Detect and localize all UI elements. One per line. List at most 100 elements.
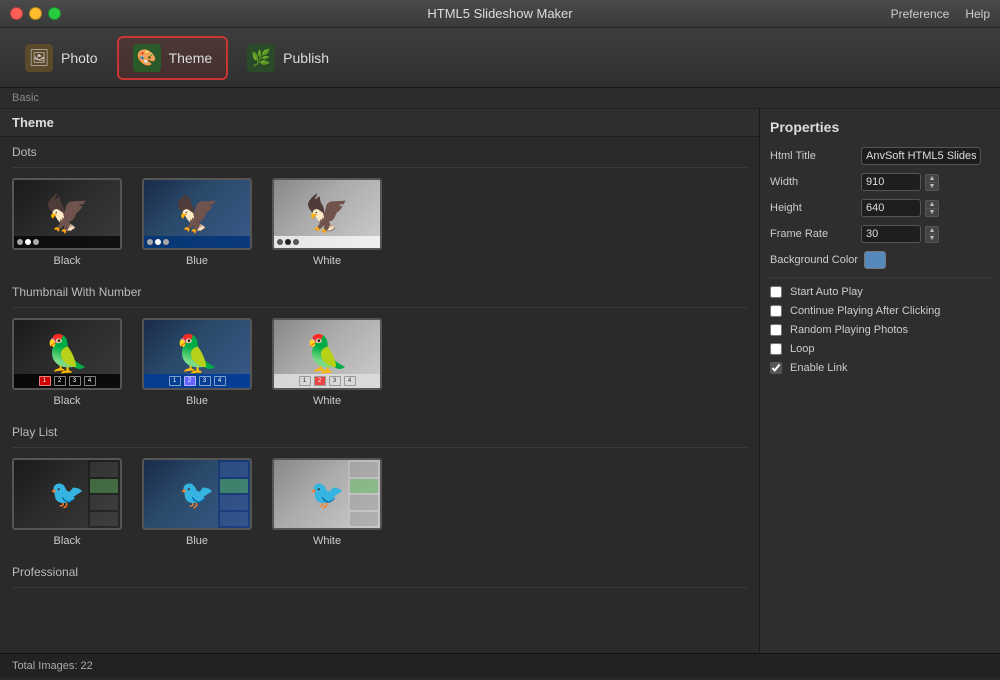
width-row: Width ▲ ▼: [770, 173, 990, 191]
app-title: HTML5 Slideshow Maker: [427, 6, 572, 21]
theme-group-dots: Dots 🦅: [0, 137, 759, 277]
titlebar: HTML5 Slideshow Maker Preference Help: [0, 0, 1000, 28]
width-spinner[interactable]: ▲ ▼: [925, 174, 939, 191]
minimize-button[interactable]: [29, 7, 42, 20]
section-basic: Basic: [0, 88, 1000, 109]
html-title-row: Html Title: [770, 147, 990, 165]
auto-play-label: Start Auto Play: [790, 286, 863, 298]
bg-color-label: Background Color: [770, 254, 858, 266]
dots-black-thumbnail: 🦅: [12, 178, 122, 250]
frame-rate-input[interactable]: [861, 225, 921, 243]
enable-link-label: Enable Link: [790, 362, 848, 374]
properties-panel: Properties Html Title Width ▲ ▼ Height ▲…: [760, 109, 1000, 653]
num-blue-label: Blue: [186, 395, 208, 407]
num-white-label: White: [313, 395, 341, 407]
properties-title: Properties: [770, 119, 990, 135]
enable-link-checkbox[interactable]: [770, 362, 782, 374]
playlist-group-title: Play List: [12, 417, 747, 448]
width-down[interactable]: ▼: [925, 182, 939, 191]
dots-group-title: Dots: [12, 137, 747, 168]
theme-item-playlist-black[interactable]: 🐦 Black: [12, 458, 122, 547]
main-layout: Theme Dots 🦅: [0, 109, 1000, 653]
theme-icon: 🎨: [133, 44, 161, 72]
theme-panel-title: Theme: [0, 109, 759, 137]
playlist-black-thumbnail: 🐦: [12, 458, 122, 530]
num-bar: 1 2 3 4: [274, 374, 380, 388]
continue-play-row: Continue Playing After Clicking: [770, 305, 990, 317]
statusbar: Total Images: 22: [0, 653, 1000, 677]
theme-item-playlist-blue[interactable]: 🐦 Blue: [142, 458, 252, 547]
random-play-checkbox[interactable]: [770, 324, 782, 336]
theme-item-dots-white[interactable]: 🦅 White: [272, 178, 382, 267]
auto-play-checkbox[interactable]: [770, 286, 782, 298]
help-menu[interactable]: Help: [965, 7, 990, 21]
num-blue-thumbnail: 🦜 1 2 3 4: [142, 318, 252, 390]
number-items: 🦜 1 2 3 4 Black: [12, 318, 747, 407]
theme-item-num-white[interactable]: 🦜 1 2 3 4 White: [272, 318, 382, 407]
frame-rate-spinner[interactable]: ▲ ▼: [925, 226, 939, 243]
html-title-input[interactable]: [861, 147, 981, 165]
theme-item-num-blue[interactable]: 🦜 1 2 3 4 Blue: [142, 318, 252, 407]
theme-panel: Theme Dots 🦅: [0, 109, 760, 653]
height-row: Height ▲ ▼: [770, 199, 990, 217]
width-input[interactable]: [861, 173, 921, 191]
loop-row: Loop: [770, 343, 990, 355]
height-down[interactable]: ▼: [925, 208, 939, 217]
bird-image: 🐦: [14, 460, 120, 528]
theme-item-dots-blue[interactable]: 🦅 Blue: [142, 178, 252, 267]
frame-rate-label: Frame Rate: [770, 228, 855, 240]
bird-image: 🐦: [144, 460, 250, 528]
photo-label: Photo: [61, 50, 98, 66]
dots-white-thumbnail: 🦅: [272, 178, 382, 250]
playlist-blue-label: Blue: [186, 535, 208, 547]
playlist-white-thumbnail: 🐦: [272, 458, 382, 530]
html-title-label: Html Title: [770, 150, 855, 162]
dots-bar: [144, 236, 250, 248]
photo-tab[interactable]: 🖼 Photo: [10, 36, 113, 80]
maximize-button[interactable]: [48, 7, 61, 20]
number-group-title: Thumbnail With Number: [12, 277, 747, 308]
theme-group-professional: Professional: [0, 557, 759, 608]
frame-rate-down[interactable]: ▼: [925, 234, 939, 243]
theme-tab[interactable]: 🎨 Theme: [117, 36, 229, 80]
dots-blue-label: Blue: [186, 255, 208, 267]
height-input[interactable]: [861, 199, 921, 217]
publish-icon: 🌿: [247, 44, 275, 72]
continue-play-checkbox[interactable]: [770, 305, 782, 317]
theme-label: Theme: [169, 50, 213, 66]
num-white-thumbnail: 🦜 1 2 3 4: [272, 318, 382, 390]
toolbar: 🖼 Photo 🎨 Theme 🌿 Publish: [0, 28, 1000, 88]
theme-item-num-black[interactable]: 🦜 1 2 3 4 Black: [12, 318, 122, 407]
playlist-blue-thumbnail: 🐦: [142, 458, 252, 530]
playlist-items: 🐦 Black: [12, 458, 747, 547]
theme-item-playlist-white[interactable]: 🐦 White: [272, 458, 382, 547]
random-play-label: Random Playing Photos: [790, 324, 908, 336]
dots-items: 🦅 Black: [12, 178, 747, 267]
auto-play-row: Start Auto Play: [770, 286, 990, 298]
random-play-row: Random Playing Photos: [770, 324, 990, 336]
height-spinner[interactable]: ▲ ▼: [925, 200, 939, 217]
close-button[interactable]: [10, 7, 23, 20]
window-controls[interactable]: [10, 7, 61, 20]
theme-group-playlist: Play List 🐦: [0, 417, 759, 557]
publish-tab[interactable]: 🌿 Publish: [232, 36, 344, 80]
loop-checkbox[interactable]: [770, 343, 782, 355]
bg-color-row: Background Color: [770, 251, 990, 269]
num-black-label: Black: [54, 395, 81, 407]
divider: [770, 277, 990, 278]
professional-group-title: Professional: [12, 557, 747, 588]
num-bar: 1 2 3 4: [14, 374, 120, 388]
playlist-white-label: White: [313, 535, 341, 547]
height-label: Height: [770, 202, 855, 214]
dots-blue-thumbnail: 🦅: [142, 178, 252, 250]
width-label: Width: [770, 176, 855, 188]
bg-color-swatch[interactable]: [864, 251, 886, 269]
theme-item-dots-black[interactable]: 🦅 Black: [12, 178, 122, 267]
theme-scroll-area[interactable]: Dots 🦅: [0, 137, 759, 653]
loop-label: Loop: [790, 343, 814, 355]
publish-label: Publish: [283, 50, 329, 66]
enable-link-row: Enable Link: [770, 362, 990, 374]
dots-white-label: White: [313, 255, 341, 267]
preference-menu[interactable]: Preference: [891, 7, 950, 21]
photo-icon: 🖼: [25, 44, 53, 72]
